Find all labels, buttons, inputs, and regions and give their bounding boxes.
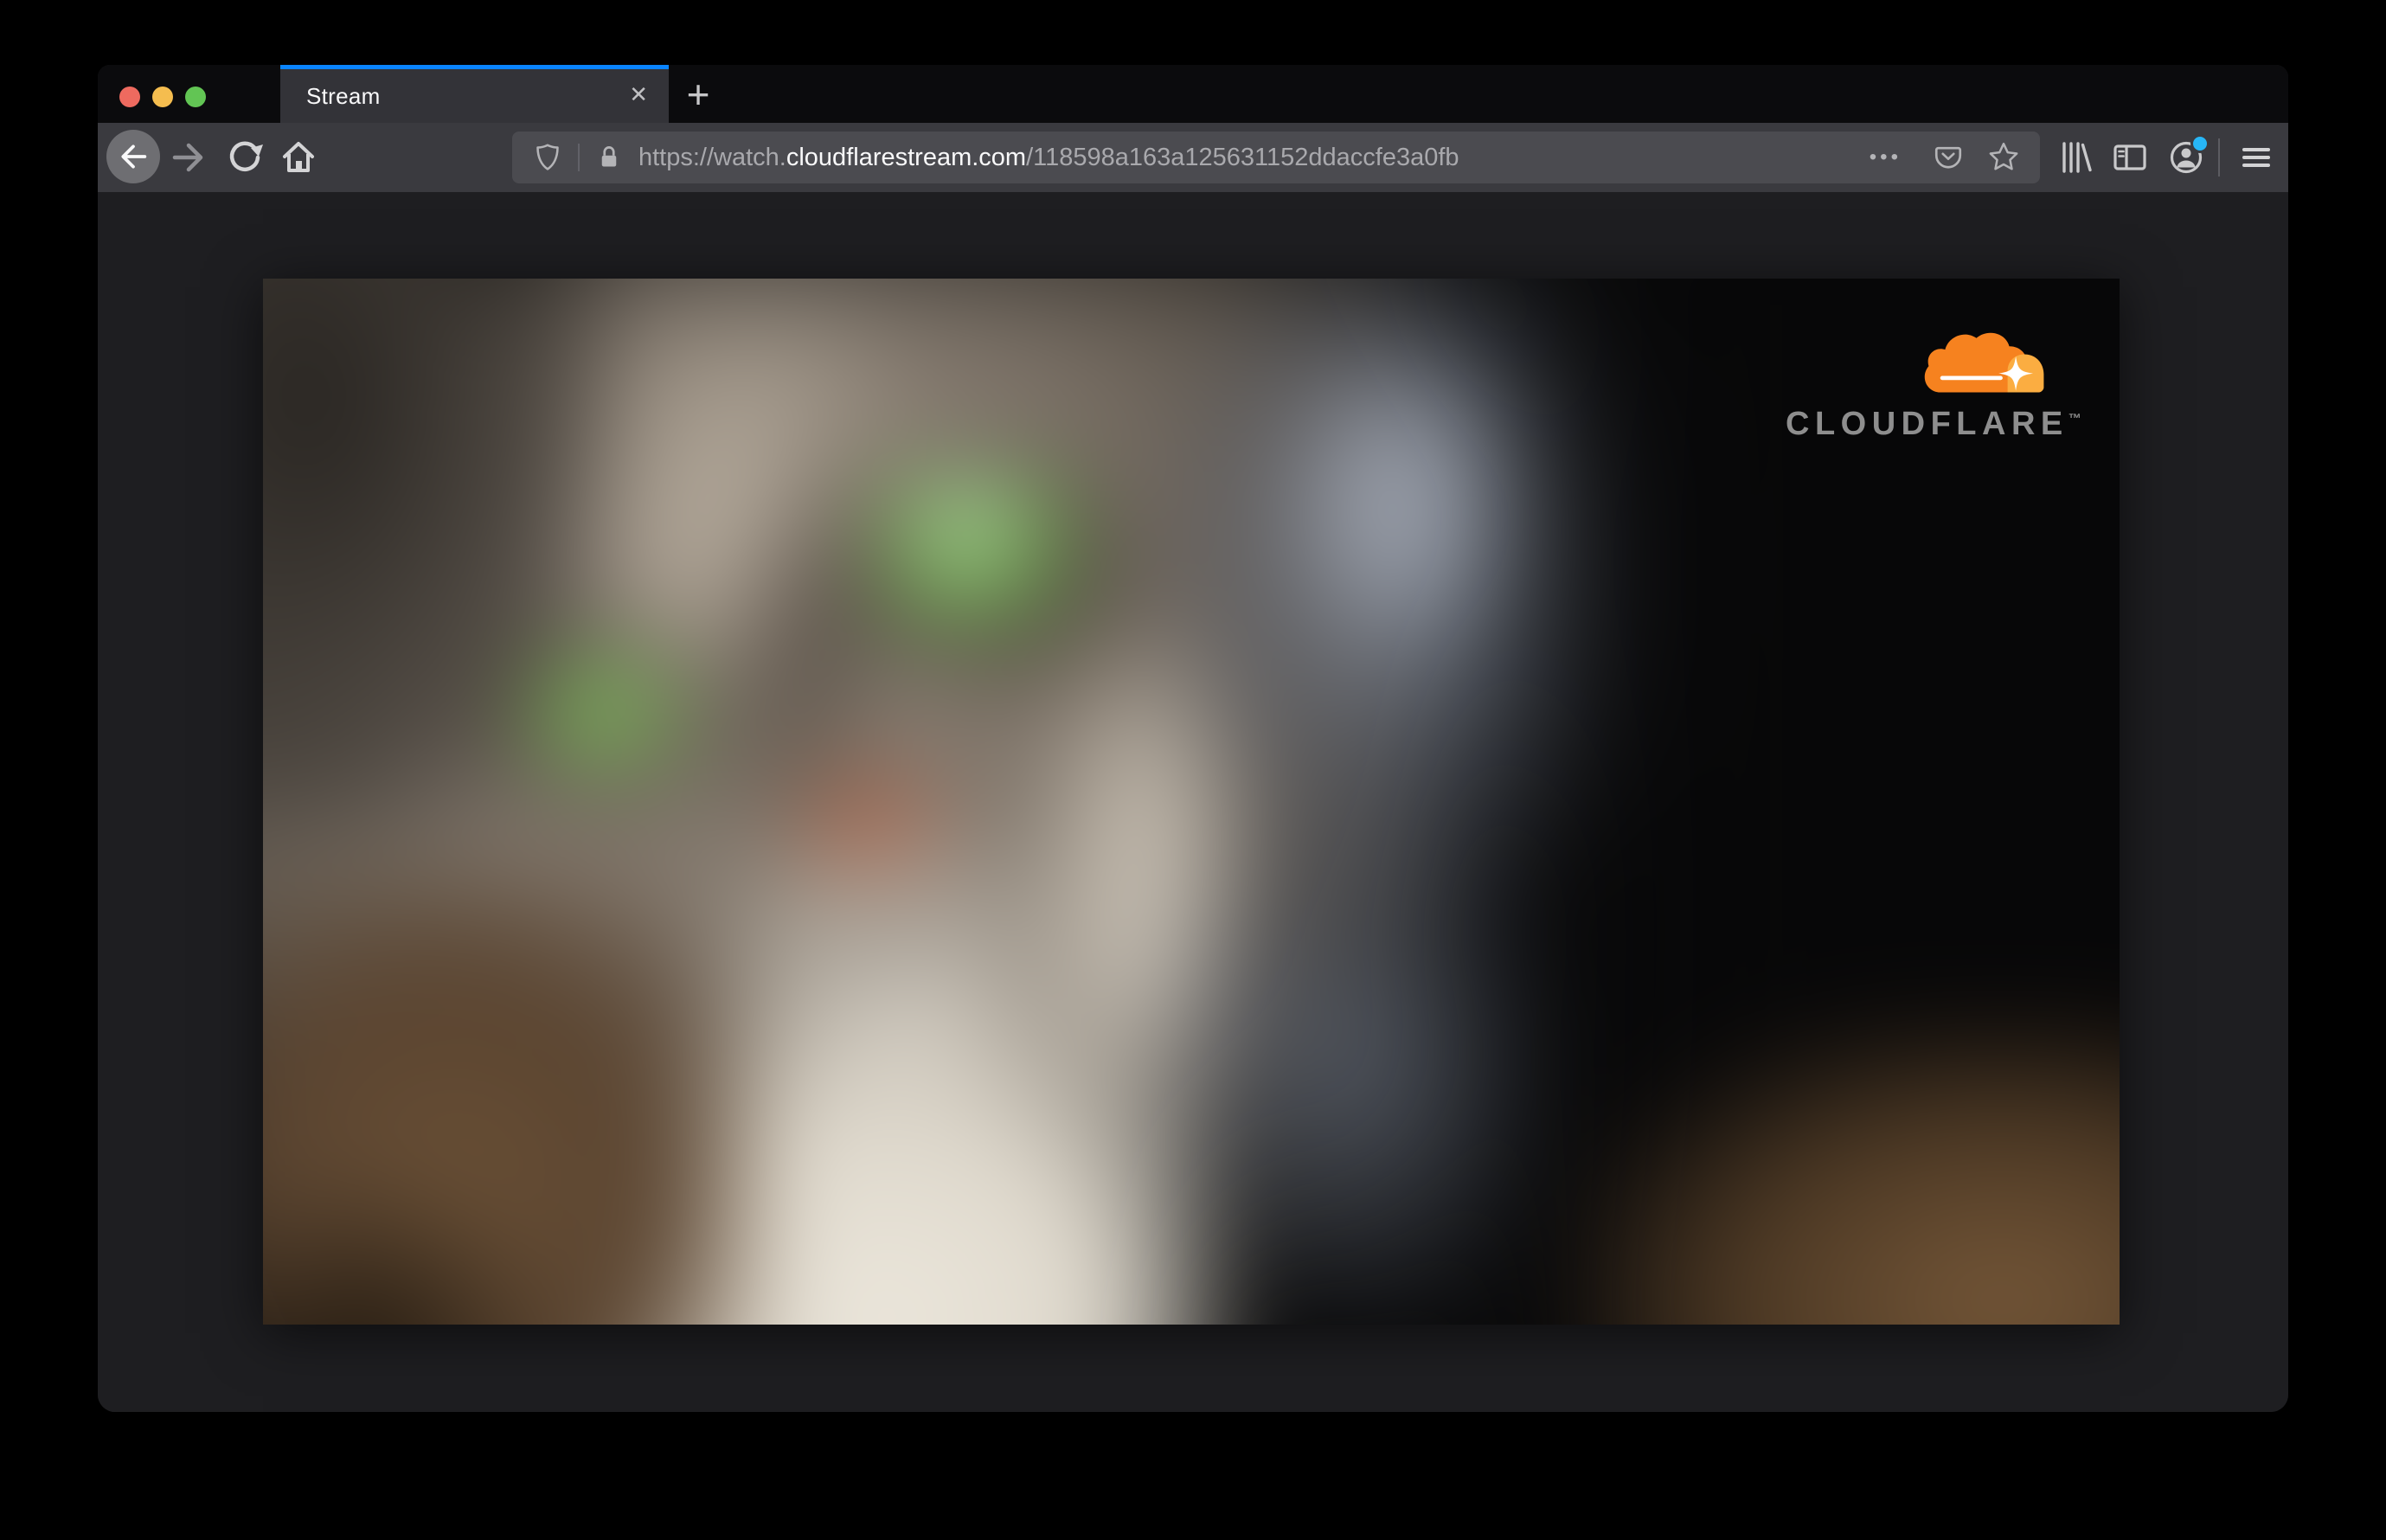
menu-button[interactable] bbox=[2235, 137, 2277, 178]
window-minimize-button[interactable] bbox=[152, 87, 173, 107]
window-zoom-button[interactable] bbox=[185, 87, 206, 107]
back-icon bbox=[121, 144, 147, 169]
tab-title: Stream bbox=[306, 83, 381, 109]
trademark-symbol: ™ bbox=[2068, 411, 2081, 427]
tab-bar: Stream ✕ + bbox=[98, 65, 2288, 123]
cloudflare-wordmark-text: CLOUDFLARE bbox=[1786, 406, 2069, 442]
reload-button[interactable] bbox=[224, 137, 266, 178]
desktop: Stream ✕ + https://watch.cloudflarestrea… bbox=[0, 0, 2386, 1540]
tab-stream[interactable]: Stream ✕ bbox=[280, 65, 669, 123]
lock-icon[interactable] bbox=[593, 142, 625, 173]
page-actions-icon[interactable]: ••• bbox=[1870, 145, 1902, 170]
forward-icon bbox=[172, 143, 203, 172]
window-close-button[interactable] bbox=[119, 87, 140, 107]
new-tab-button[interactable]: + bbox=[679, 72, 717, 117]
traffic-lights bbox=[119, 87, 206, 107]
cloudflare-cloud-icon bbox=[1924, 332, 2044, 393]
url-scheme: https://watch. bbox=[638, 143, 786, 171]
tracking-shield-icon[interactable] bbox=[531, 141, 564, 174]
video-blur-blob bbox=[882, 482, 1072, 633]
video-blur-blob bbox=[1578, 1023, 2120, 1325]
video-player[interactable]: CLOUDFLARE™ bbox=[263, 279, 2120, 1325]
library-icon bbox=[2062, 142, 2092, 173]
url-text: https://watch.cloudflarestream.com/11859… bbox=[638, 144, 1459, 172]
forward-button[interactable] bbox=[168, 137, 209, 178]
sidebar-button[interactable] bbox=[2109, 137, 2151, 178]
back-button[interactable] bbox=[106, 130, 160, 183]
reload-icon bbox=[229, 141, 263, 171]
cloudflare-wordmark: CLOUDFLARE™ bbox=[1786, 406, 2081, 443]
close-tab-icon[interactable]: ✕ bbox=[629, 80, 648, 108]
url-path: /118598a163a125631152ddaccfe3a0fb bbox=[1026, 143, 1459, 171]
bookmark-star-icon[interactable] bbox=[1986, 140, 2021, 175]
home-button[interactable] bbox=[278, 137, 319, 178]
urlbar-separator bbox=[578, 144, 580, 171]
active-tab-indicator bbox=[280, 65, 669, 69]
toolbar-separator bbox=[2218, 138, 2220, 176]
browser-window: Stream ✕ + https://watch.cloudflarestrea… bbox=[98, 65, 2288, 1412]
home-icon bbox=[283, 142, 314, 172]
video-blur-blob bbox=[518, 646, 691, 780]
account-button[interactable] bbox=[2165, 134, 2210, 178]
page-content: CLOUDFLARE™ bbox=[98, 192, 2288, 1412]
menu-icon bbox=[2242, 148, 2270, 167]
navigation-toolbar: https://watch.cloudflarestream.com/11859… bbox=[98, 123, 2288, 192]
video-blur-blob bbox=[263, 1187, 540, 1325]
account-notification-badge bbox=[2190, 134, 2210, 153]
url-domain: cloudflarestream.com bbox=[786, 143, 1027, 171]
library-button[interactable] bbox=[2054, 137, 2095, 178]
pocket-icon[interactable] bbox=[1931, 140, 1966, 175]
sidebar-icon bbox=[2113, 144, 2146, 170]
url-bar[interactable]: https://watch.cloudflarestream.com/11859… bbox=[512, 132, 2040, 183]
video-blur-blob bbox=[436, 279, 1647, 382]
cloudflare-logo: CLOUDFLARE™ bbox=[1786, 318, 2081, 443]
